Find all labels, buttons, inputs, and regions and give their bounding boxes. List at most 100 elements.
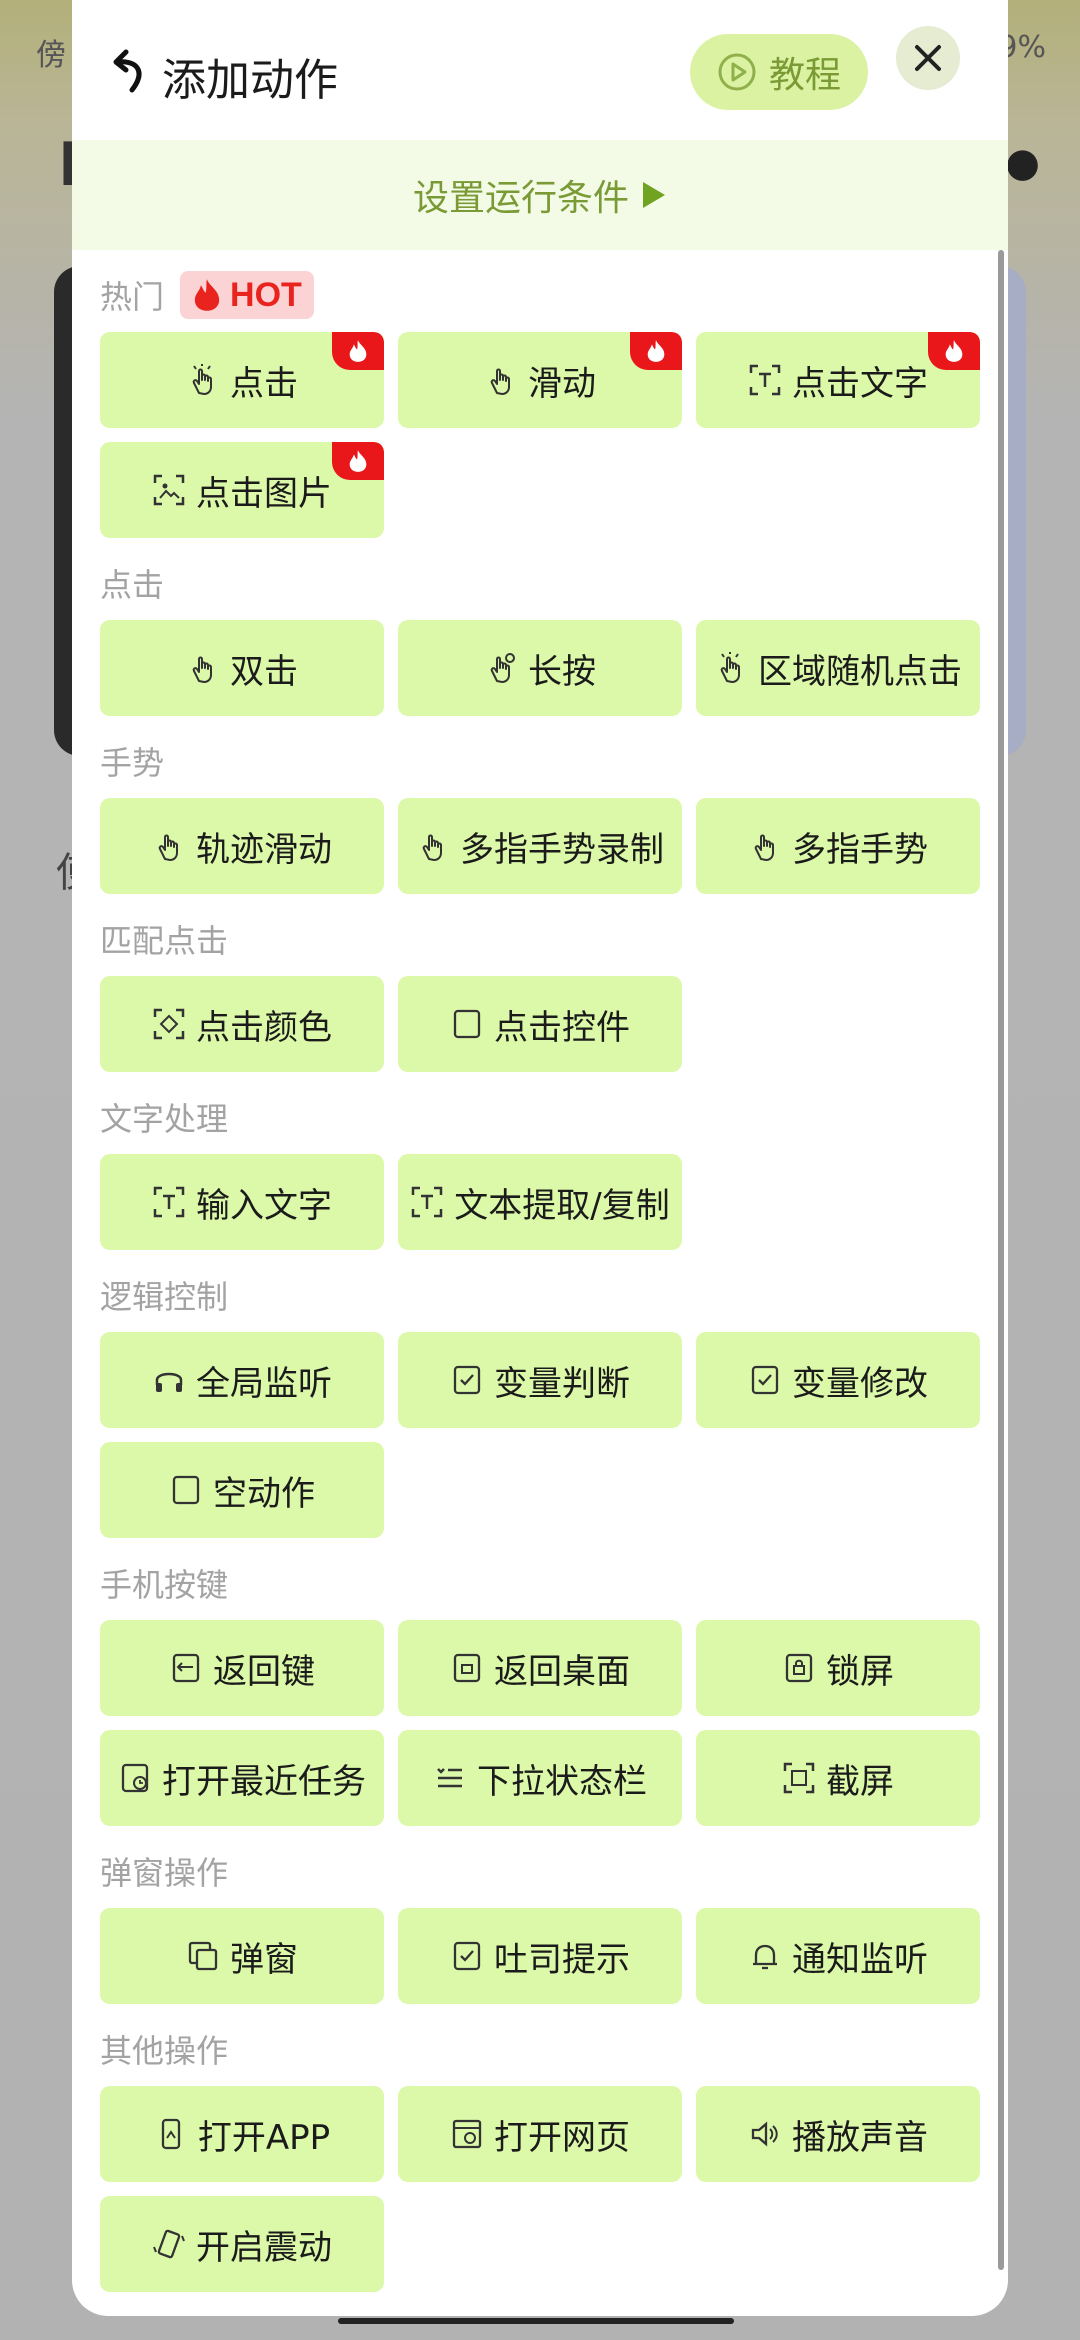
action-label: 长按 — [528, 651, 596, 692]
action-button[interactable]: 文本提取/复制 — [398, 1154, 682, 1250]
home-indicator[interactable] — [338, 2318, 734, 2324]
action-button[interactable]: 通知监听 — [696, 1908, 980, 2004]
action-label: 锁屏 — [826, 1651, 894, 1692]
hot-badge-label: HOT — [230, 275, 302, 314]
action-button[interactable]: 点击文字 — [696, 332, 980, 428]
action-button[interactable]: 输入文字 — [100, 1154, 384, 1250]
action-button[interactable]: 多指手势 — [696, 798, 980, 894]
action-button[interactable]: 区域随机点击 — [696, 620, 980, 716]
action-button[interactable]: 播放声音 — [696, 2086, 980, 2182]
blank-doc-icon — [169, 1473, 203, 1507]
action-label: 点击 — [230, 363, 298, 404]
background-status-text: 傍 — [36, 38, 66, 73]
action-button[interactable]: 多指手势录制 — [398, 798, 682, 894]
action-button[interactable]: 变量判断 — [398, 1332, 682, 1428]
play-circle-icon — [718, 53, 756, 91]
text-input-icon — [152, 1185, 186, 1219]
section-title-label: 其他操作 — [100, 2032, 229, 2070]
random-tap-icon — [714, 651, 748, 685]
action-button[interactable]: 开启震动 — [100, 2196, 384, 2292]
close-button[interactable] — [896, 26, 960, 90]
image-scan-icon — [152, 473, 186, 507]
section-title-label: 文字处理 — [100, 1100, 229, 1138]
action-button[interactable]: 空动作 — [100, 1442, 384, 1538]
section-title: 逻辑控制 — [100, 1268, 980, 1322]
section-title-label: 弹窗操作 — [100, 1854, 229, 1892]
tutorial-button[interactable]: 教程 — [690, 34, 868, 110]
action-button[interactable]: 打开最近任务 — [100, 1730, 384, 1826]
action-label: 吐司提示 — [494, 1939, 630, 1980]
action-button[interactable]: 点击控件 — [398, 976, 682, 1072]
section-title-label: 匹配点击 — [100, 922, 229, 960]
section-title-label: 手机按键 — [100, 1566, 229, 1604]
action-button[interactable]: 变量修改 — [696, 1332, 980, 1428]
hot-corner-flame-icon — [332, 442, 384, 480]
tutorial-label: 教程 — [768, 55, 841, 96]
action-button[interactable]: 锁屏 — [696, 1620, 980, 1716]
run-conditions-bar[interactable]: 设置运行条件 — [72, 140, 1008, 250]
section-title: 手机按键 — [100, 1556, 980, 1610]
action-button[interactable]: 截屏 — [696, 1730, 980, 1826]
action-label: 文本提取/复制 — [454, 1185, 670, 1226]
action-label: 多指手势 — [792, 829, 928, 870]
toast-icon — [450, 1939, 484, 1973]
section-title: 文字处理 — [100, 1090, 980, 1144]
double-tap-icon — [186, 651, 220, 685]
modal-header: 添加动作 教程 — [72, 0, 1008, 140]
popup-window-icon — [186, 1939, 220, 1973]
section-title: 热门 HOT — [100, 268, 980, 322]
action-list[interactable]: 热门 HOT 点击 滑动 点击文字 点击图片 点击 双击 长按 区域随机点击 手势 轨迹滑动 多指手势录… — [72, 268, 1008, 2292]
trace-swipe-icon — [152, 829, 186, 863]
action-grid: 轨迹滑动 多指手势录制 多指手势 — [100, 798, 980, 894]
undo-arrow-icon[interactable] — [112, 48, 152, 94]
close-icon — [915, 45, 941, 71]
long-press-icon — [484, 651, 518, 685]
vibrate-icon — [152, 2227, 186, 2261]
action-label: 点击图片 — [196, 473, 332, 514]
action-label: 返回桌面 — [494, 1651, 630, 1692]
action-button[interactable]: 双击 — [100, 620, 384, 716]
screenshot-icon — [782, 1761, 816, 1795]
swipe-hand-icon — [484, 363, 518, 397]
action-button[interactable]: 滑动 — [398, 332, 682, 428]
action-button[interactable]: 下拉状态栏 — [398, 1730, 682, 1826]
action-button[interactable]: 长按 — [398, 620, 682, 716]
bell-icon — [748, 1939, 782, 1973]
action-grid: 全局监听 变量判断 变量修改空动作 — [100, 1332, 980, 1538]
text-scan-icon — [748, 363, 782, 397]
variable-edit-icon — [748, 1363, 782, 1397]
action-label: 开启震动 — [196, 2227, 332, 2268]
action-label: 空动作 — [213, 1473, 315, 1514]
action-button[interactable]: 弹窗 — [100, 1908, 384, 2004]
action-grid: 返回键 返回桌面 锁屏打开最近任务 下拉状态栏 截屏 — [100, 1620, 980, 1826]
lock-screen-icon — [782, 1651, 816, 1685]
hot-corner-flame-icon — [928, 332, 980, 370]
action-button[interactable]: 返回键 — [100, 1620, 384, 1716]
action-button[interactable]: 吐司提示 — [398, 1908, 682, 2004]
action-label: 变量判断 — [494, 1363, 630, 1404]
action-label: 全局监听 — [196, 1363, 332, 1404]
action-button[interactable]: 轨迹滑动 — [100, 798, 384, 894]
action-label: 点击控件 — [494, 1007, 630, 1048]
action-button[interactable]: 返回桌面 — [398, 1620, 682, 1716]
open-app-icon — [154, 2117, 188, 2151]
action-button[interactable]: 全局监听 — [100, 1332, 384, 1428]
action-button[interactable]: 打开网页 — [398, 2086, 682, 2182]
action-label: 轨迹滑动 — [196, 829, 332, 870]
action-button[interactable]: 打开APP — [100, 2086, 384, 2182]
action-label: 打开网页 — [494, 2117, 630, 2158]
action-button[interactable]: 点击 — [100, 332, 384, 428]
scrollbar[interactable] — [998, 250, 1004, 2270]
hot-badge: HOT — [180, 271, 314, 319]
home-key-icon — [450, 1651, 484, 1685]
multi-finger-record-icon — [416, 829, 450, 863]
flame-icon — [192, 278, 222, 312]
action-button[interactable]: 点击图片 — [100, 442, 384, 538]
action-button[interactable]: 点击颜色 — [100, 976, 384, 1072]
action-label: 变量修改 — [792, 1363, 928, 1404]
section-title: 手势 — [100, 734, 980, 788]
action-label: 弹窗 — [230, 1939, 298, 1980]
recent-tasks-icon — [118, 1761, 152, 1795]
action-label: 双击 — [230, 651, 298, 692]
section-title: 点击 — [100, 556, 980, 610]
